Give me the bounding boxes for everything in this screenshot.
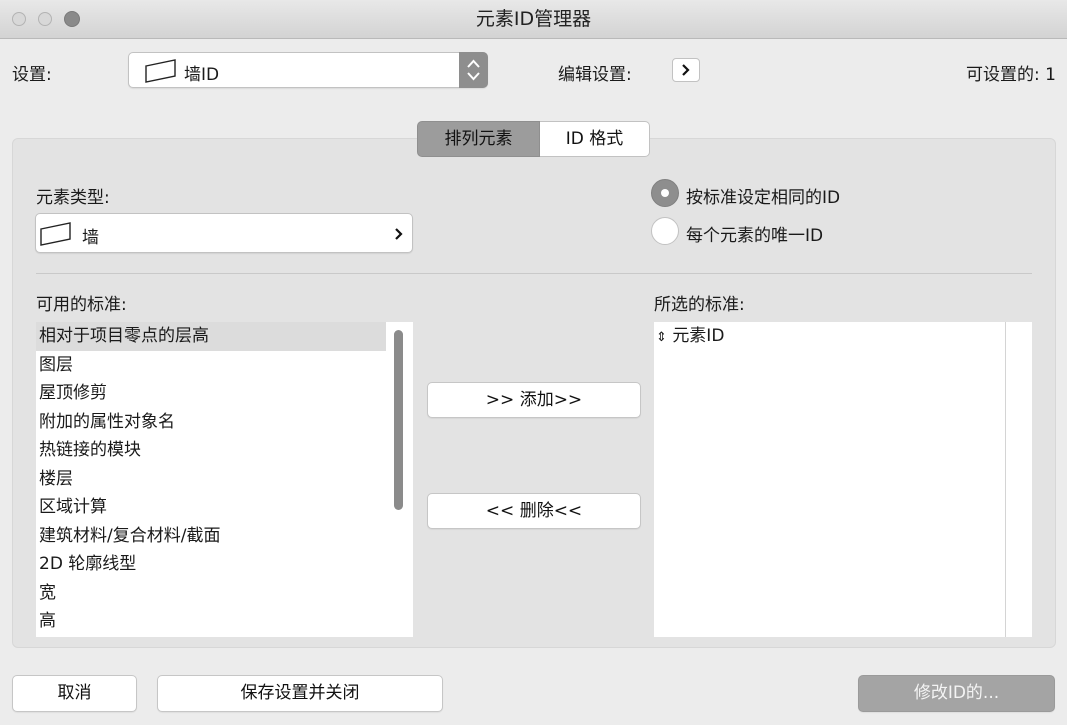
save-and-close-button[interactable]: 保存设置并关闭 xyxy=(157,675,443,712)
wall-icon xyxy=(40,222,71,246)
element-type-select[interactable]: 墙 xyxy=(35,213,413,253)
tab-id-format[interactable]: ID 格式 xyxy=(540,121,650,157)
settings-select-value: 墙ID xyxy=(184,65,220,85)
unique-id-label: 每个元素的唯一ID xyxy=(686,226,824,246)
zoom-window-icon[interactable] xyxy=(64,11,80,27)
add-criterion-button[interactable]: >> 添加>> xyxy=(427,382,641,418)
close-window-icon[interactable] xyxy=(12,12,26,26)
list-item[interactable]: 建筑材料/复合材料/截面 xyxy=(36,522,386,551)
list-item[interactable]: 图层 xyxy=(36,351,386,380)
remove-criterion-button[interactable]: << 删除<< xyxy=(427,493,641,529)
list-item[interactable]: 屋顶修剪 xyxy=(36,379,386,408)
list-item[interactable]: 附加的属性对象名 xyxy=(36,408,386,437)
same-id-radio[interactable] xyxy=(651,179,679,207)
selected-criteria-list[interactable]: ⇕ 元素ID xyxy=(654,322,1032,637)
list-item[interactable]: 热链接的模块 xyxy=(36,436,386,465)
tab-label: ID 格式 xyxy=(565,129,624,149)
list-item[interactable]: 相对于项目零点的层高 xyxy=(36,322,386,351)
modify-ids-button[interactable]: 修改ID的... xyxy=(858,675,1055,712)
available-criteria-list[interactable]: 相对于项目零点的层高 图层 屋顶修剪 附加的属性对象名 热链接的模块 楼层 区域计算 建筑材料… xyxy=(36,322,413,637)
settings-label: 设置: xyxy=(12,65,52,85)
cancel-button[interactable]: 取消 xyxy=(12,675,137,712)
element-type-label: 元素类型: xyxy=(36,188,110,208)
list-item[interactable]: 区域计算 xyxy=(36,493,386,522)
list-item[interactable]: 宽 xyxy=(36,579,386,608)
list-item[interactable]: 2D 轮廓线型 xyxy=(36,550,386,579)
window-title: 元素ID管理器 xyxy=(475,8,592,30)
chevron-right-icon xyxy=(682,64,690,76)
tab-label: 排列元素 xyxy=(444,129,513,149)
edit-settings-label: 编辑设置: xyxy=(558,65,632,85)
available-settings-count: 可设置的: 1 xyxy=(966,65,1056,85)
list-item[interactable]: ⇕ 元素ID xyxy=(654,322,1032,351)
selected-criteria-label: 所选的标准: xyxy=(654,295,745,315)
reorder-icon[interactable]: ⇕ xyxy=(656,330,667,345)
scrollbar-thumb[interactable] xyxy=(394,330,403,510)
tab-arrange-elements[interactable]: 排列元素 xyxy=(417,121,540,157)
minimize-window-icon[interactable] xyxy=(38,12,52,26)
same-id-label: 按标准设定相同的ID xyxy=(686,188,841,208)
list-item[interactable]: 楼层 xyxy=(36,465,386,494)
wall-icon xyxy=(145,59,176,83)
settings-select[interactable]: 墙ID xyxy=(128,52,488,88)
unique-id-radio[interactable] xyxy=(651,217,679,245)
stepper-icon xyxy=(459,52,488,88)
edit-settings-button[interactable] xyxy=(672,58,700,82)
divider xyxy=(36,273,1032,274)
list-item[interactable]: 高 xyxy=(36,607,386,636)
element-type-value: 墙 xyxy=(82,228,99,248)
available-criteria-label: 可用的标准: xyxy=(36,295,127,315)
chevron-right-icon xyxy=(395,228,403,240)
criterion-label: 元素ID xyxy=(672,326,725,346)
column-divider xyxy=(1005,322,1006,637)
title-bar: 元素ID管理器 xyxy=(0,0,1067,39)
